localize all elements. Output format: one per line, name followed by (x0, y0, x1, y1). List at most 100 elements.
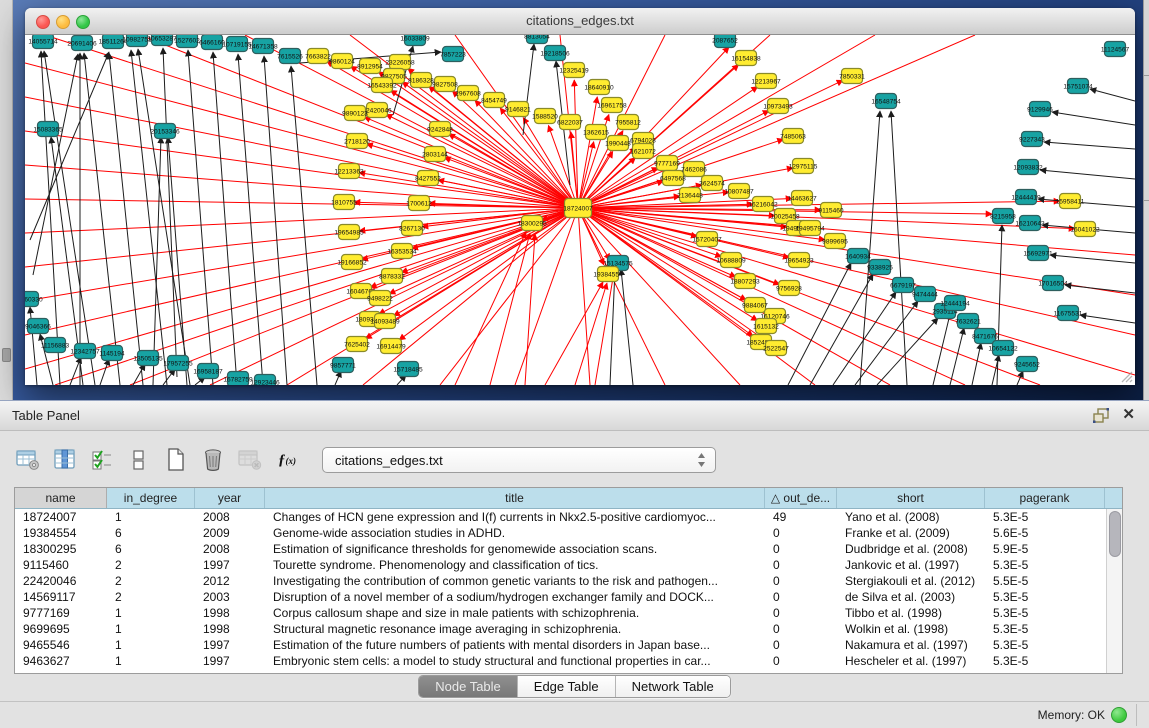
table-cell[interactable]: 1997 (195, 653, 265, 669)
graph-node[interactable]: 9242848 (427, 122, 453, 137)
column-header-short[interactable]: short (837, 488, 985, 508)
graph-node[interactable]: 12213967 (751, 74, 781, 89)
graph-node[interactable]: 12093832 (1013, 160, 1043, 175)
table-cell[interactable]: 0 (765, 525, 837, 541)
graph-node[interactable]: 16914479 (376, 339, 406, 354)
graph-node[interactable]: 9899695 (822, 234, 848, 249)
graph-node[interactable]: 16961758 (597, 98, 627, 113)
column-header-out_de[interactable]: △ out_de... (765, 488, 837, 508)
network-graph[interactable]: 1405571420691406185112641098275110653287… (25, 35, 1135, 385)
table-cell[interactable]: 9699695 (15, 621, 107, 637)
table-cell[interactable]: 0 (765, 589, 837, 605)
table-cell[interactable]: 9115460 (15, 557, 107, 573)
table-cell[interactable]: 1 (107, 605, 195, 621)
graph-node[interactable]: 19384554 (593, 267, 623, 282)
table-cell[interactable]: Dudbridge et al. (2008) (837, 541, 985, 557)
graph-node[interactable]: 9227343 (1019, 132, 1045, 147)
graph-node[interactable]: 7857223 (440, 47, 466, 62)
graph-node[interactable]: 2718120 (344, 134, 370, 149)
graph-node[interactable]: 2803144 (422, 147, 448, 162)
table-cell[interactable]: 2003 (195, 589, 265, 605)
graph-node[interactable]: 9498222 (367, 291, 393, 306)
table-cell[interactable]: Investigating the contribution of common… (265, 573, 765, 589)
graph-node[interactable]: 7850331 (839, 69, 865, 84)
graph-node[interactable]: 2522547 (763, 341, 789, 356)
table-cell[interactable]: Franke et al. (2009) (837, 525, 985, 541)
graph-node[interactable]: 16154838 (731, 51, 761, 66)
graph-node[interactable]: 9827508 (432, 77, 458, 92)
panel-resize-handle[interactable] (2, 348, 11, 362)
table-row[interactable]: 1830029562008Estimation of significance … (15, 541, 1122, 557)
table-cell[interactable]: Genome-wide association studies in ADHD. (265, 525, 765, 541)
resize-grip-icon[interactable] (1119, 369, 1133, 383)
table-cell[interactable]: 1998 (195, 621, 265, 637)
graph-node[interactable]: 15751074 (1063, 79, 1093, 94)
graph-node[interactable]: 9129946 (1027, 102, 1053, 117)
graph-node[interactable]: 10654122 (988, 341, 1018, 356)
graph-node[interactable]: 9474444 (912, 287, 938, 302)
network-canvas[interactable]: 1405571420691406185112641098275110653287… (25, 35, 1135, 385)
graph-node[interactable]: 1640934 (845, 249, 871, 264)
graph-node[interactable]: 8427552 (415, 171, 441, 186)
graph-node[interactable]: 9756928 (776, 281, 802, 296)
table-cell[interactable]: 9463627 (15, 653, 107, 669)
table-cell[interactable]: Embryonic stem cells: a model to study s… (265, 653, 765, 669)
table-cell[interactable]: 19384554 (15, 525, 107, 541)
row-height-icon[interactable] (125, 446, 153, 474)
column-header-pagerank[interactable]: pagerank (985, 488, 1105, 508)
table-cell[interactable]: 2008 (195, 541, 265, 557)
table-cell[interactable]: Hescheler et al. (1997) (837, 653, 985, 669)
graph-node[interactable]: 8454749 (481, 93, 507, 108)
graph-node[interactable]: 12923446 (250, 375, 280, 386)
graph-node[interactable]: 1700612 (406, 196, 432, 211)
table-scrollbar[interactable] (1106, 509, 1122, 673)
table-cell[interactable]: 5.3E-5 (985, 637, 1105, 653)
graph-node[interactable]: 12975115 (789, 159, 818, 174)
graph-node[interactable]: 9046366 (25, 319, 51, 334)
graph-node[interactable]: 9857771 (330, 358, 356, 373)
graph-node[interactable]: 20153346 (150, 124, 180, 139)
graph-node[interactable]: 14463627 (787, 191, 817, 206)
graph-node[interactable]: 13505135 (133, 351, 163, 366)
close-panel-icon[interactable]: ✕ (1122, 406, 1135, 424)
graph-node[interactable]: 2967608 (455, 86, 481, 101)
graph-node[interactable]: 18300295 (517, 216, 547, 231)
table-cell[interactable]: 2009 (195, 525, 265, 541)
table-cell[interactable]: 18724007 (15, 509, 107, 525)
table-cell[interactable]: 1 (107, 637, 195, 653)
table-row[interactable]: 1938455462009Genome-wide association stu… (15, 525, 1122, 541)
graph-node[interactable]: 17016504 (1038, 276, 1068, 291)
graph-node[interactable]: 1810755 (331, 195, 357, 210)
table-row[interactable]: 946362711997Embryonic stem cells: a mode… (15, 653, 1122, 669)
graph-node[interactable]: 7485063 (780, 129, 806, 144)
window-titlebar[interactable]: citations_edges.txt (25, 8, 1135, 35)
table-cell[interactable]: 5.3E-5 (985, 621, 1105, 637)
table-cell[interactable]: 9777169 (15, 605, 107, 621)
graph-node[interactable]: 16958187 (193, 364, 223, 379)
graph-node[interactable]: 8878332 (379, 269, 405, 284)
table-cell[interactable]: 1998 (195, 605, 265, 621)
table-cell[interactable]: 0 (765, 573, 837, 589)
graph-node[interactable]: 1588520 (532, 109, 558, 124)
table-cell[interactable]: Structural magnetic resonance image aver… (265, 621, 765, 637)
graph-node[interactable]: 10688809 (716, 253, 746, 268)
table-cell[interactable]: 14569117 (15, 589, 107, 605)
graph-node[interactable]: 1990448 (605, 136, 631, 151)
table-cell[interactable]: Yano et al. (2008) (837, 509, 985, 525)
graph-node[interactable]: 8267130 (399, 221, 425, 236)
graph-node[interactable]: 10807487 (724, 184, 754, 199)
network-table-selector[interactable]: citations_edges.txt (322, 447, 716, 473)
graph-node[interactable]: 9777169 (654, 156, 680, 171)
graph-node[interactable]: 1145194 (99, 346, 125, 361)
table-scrollbar-thumb[interactable] (1109, 511, 1121, 557)
table-cell[interactable]: 5.3E-5 (985, 653, 1105, 669)
table-cell[interactable]: de Silva et al. (2003) (837, 589, 985, 605)
graph-node[interactable]: 9890123 (342, 106, 368, 121)
graph-node[interactable]: 17957255 (163, 356, 193, 371)
graph-node[interactable]: 16210643 (1015, 216, 1045, 231)
graph-node[interactable]: 12325419 (559, 63, 589, 78)
table-cell[interactable]: Estimation of significance thresholds fo… (265, 541, 765, 557)
table-cell[interactable]: 6 (107, 541, 195, 557)
table-cell[interactable]: Stergiakouli et al. (2012) (837, 573, 985, 589)
graph-node[interactable]: 15692971 (1023, 246, 1053, 261)
